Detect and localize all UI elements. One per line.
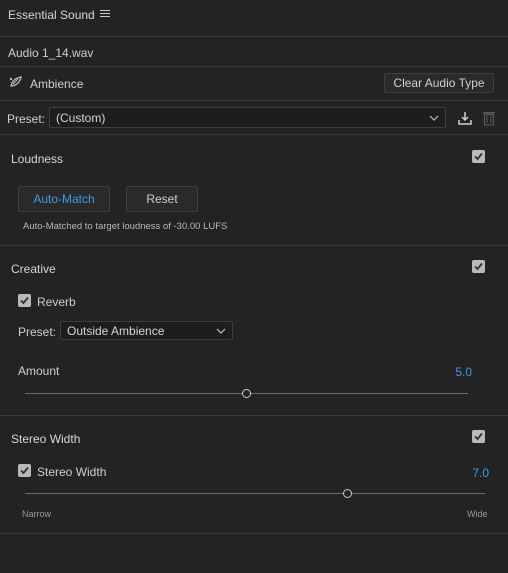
stereo-width-checkbox[interactable] [18, 464, 31, 477]
divider [0, 100, 508, 101]
stereo-width-slider-track[interactable] [25, 493, 485, 494]
checkmark-icon [474, 432, 483, 441]
preset-dropdown[interactable]: (Custom) [49, 107, 446, 128]
reverb-checkbox[interactable] [18, 294, 31, 307]
narrow-label: Narrow [22, 509, 52, 519]
reverb-preset-value: Outside Ambience [67, 323, 165, 338]
reverb-preset-label: Preset: [18, 325, 57, 339]
divider [0, 134, 508, 135]
creative-enable-checkbox[interactable] [472, 260, 485, 273]
amount-value[interactable]: 5.0 [447, 365, 472, 379]
preset-label: Preset: [7, 112, 46, 126]
creative-title: Creative [11, 262, 56, 276]
divider [0, 36, 508, 37]
checkmark-icon [474, 152, 483, 161]
amount-slider-thumb[interactable] [242, 389, 251, 398]
chevron-down-icon [429, 115, 439, 121]
checkmark-icon [474, 262, 483, 271]
checkmark-icon [20, 296, 29, 305]
reverb-label: Reverb [37, 295, 76, 309]
auto-match-button[interactable]: Auto-Match [18, 186, 110, 212]
menu-icon[interactable] [100, 8, 110, 20]
chevron-down-icon [216, 328, 226, 334]
divider [0, 533, 508, 534]
clear-audio-type-button[interactable]: Clear Audio Type [384, 73, 494, 93]
divider [0, 415, 508, 416]
checkmark-icon [20, 466, 29, 475]
stereo-width-value[interactable]: 7.0 [463, 466, 489, 480]
panel-title: Essential Sound [8, 8, 95, 22]
clip-filename: Audio 1_14.wav [8, 46, 94, 60]
amount-label: Amount [18, 364, 60, 378]
reset-button[interactable]: Reset [126, 186, 198, 212]
stereo-width-enable-checkbox[interactable] [472, 430, 485, 443]
delete-preset-icon[interactable] [482, 110, 496, 126]
stereo-width-slider-thumb[interactable] [342, 489, 352, 498]
ambience-icon [8, 74, 24, 90]
divider [0, 245, 508, 246]
divider [0, 66, 508, 67]
wide-label: Wide [467, 509, 488, 519]
preset-value: (Custom) [56, 110, 106, 125]
loudness-status: Auto-Matched to target loudness of -30.0… [23, 221, 228, 232]
loudness-enable-checkbox[interactable] [472, 150, 485, 163]
loudness-title: Loudness [11, 152, 64, 166]
stereo-width-title: Stereo Width [11, 432, 81, 446]
reverb-preset-dropdown[interactable]: Outside Ambience [60, 321, 233, 340]
save-preset-icon[interactable] [457, 110, 473, 126]
audio-type-label: Ambience [30, 77, 84, 91]
stereo-width-label: Stereo Width [37, 465, 107, 479]
